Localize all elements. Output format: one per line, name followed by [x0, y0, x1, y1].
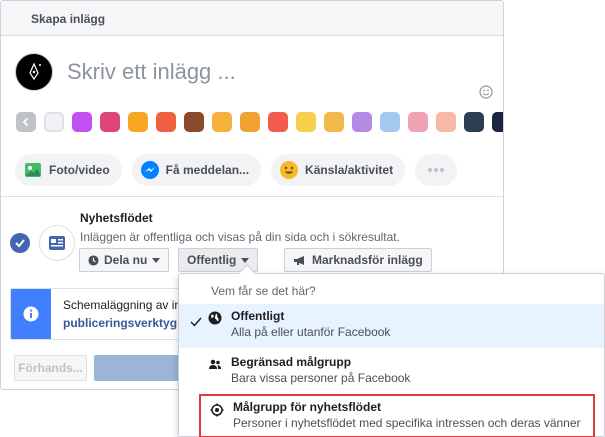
get-messages-label: Få meddelan... [165, 163, 250, 177]
feeling-activity-label: Känsla/aktivitet [305, 163, 394, 177]
background-swatch[interactable] [324, 112, 344, 132]
get-messages-button[interactable]: Få meddelan... [131, 154, 262, 186]
checkmark-icon [15, 239, 25, 248]
caret-down-icon [241, 257, 250, 263]
card-header: Skapa inlägg [1, 1, 503, 36]
megaphone-icon [294, 255, 304, 265]
pen-nib-icon [29, 62, 41, 81]
background-swatch[interactable] [156, 112, 176, 132]
photo-icon [25, 163, 41, 177]
newsfeed-icon-wrapper [39, 225, 75, 261]
newsfeed-icon [49, 236, 65, 250]
card-title: Skapa inlägg [31, 12, 106, 26]
target-icon [210, 403, 224, 417]
chevron-left-icon [22, 117, 29, 127]
audience-option-restricted[interactable]: Begränsad målgrupp Bara vissa personer p… [179, 350, 604, 394]
audience-option-newsfeed-targeting[interactable]: Målgrupp för nyhetsflödet Personer i nyh… [199, 394, 595, 437]
promote-post-label: Marknadsför inlägg [312, 253, 423, 267]
background-swatch[interactable] [184, 112, 204, 132]
promote-post-button[interactable]: Marknadsför inlägg [284, 248, 432, 272]
audience-option-public[interactable]: Offentligt Alla på eller utanför Faceboo… [179, 304, 604, 348]
composer-input[interactable]: Skriv ett inlägg ... [67, 59, 236, 85]
preview-button[interactable]: Förhands... [14, 355, 87, 381]
background-swatch[interactable] [408, 112, 428, 132]
info-icon [23, 306, 39, 322]
share-now-label: Dela nu [104, 253, 148, 267]
audience-label: Offentlig [187, 253, 237, 267]
audience-dropdown: Vem får se det här? Offentligt Alla på e… [178, 264, 605, 437]
caret-down-icon [152, 257, 161, 263]
globe-icon [208, 311, 222, 325]
background-swatch[interactable] [44, 112, 64, 132]
background-swatch[interactable] [464, 112, 484, 132]
background-swatch[interactable] [436, 112, 456, 132]
option-title: Begränsad målgrupp [231, 355, 352, 369]
swatch-prev-button[interactable] [16, 112, 36, 132]
option-title: Offentligt [231, 309, 285, 323]
feeling-activity-button[interactable]: Känsla/aktivitet [271, 154, 406, 186]
option-title: Målgrupp för nyhetsflödet [233, 400, 381, 414]
option-description: Bara vissa personer på Facebook [231, 371, 411, 385]
post-actions: Foto/video Få meddelan... Känsla/aktivit… [15, 154, 458, 186]
clock-icon [88, 254, 99, 266]
background-swatch[interactable] [128, 112, 148, 132]
newsfeed-description: Inläggen är offentliga och visas på din … [80, 230, 400, 244]
messenger-icon [140, 161, 159, 179]
smiley-icon [280, 161, 299, 179]
background-swatches [16, 112, 503, 132]
option-description: Alla på eller utanför Facebook [231, 325, 391, 339]
photo-video-label: Foto/video [49, 163, 110, 177]
option-description: Personer i nyhetsflödet med specifika in… [233, 416, 581, 430]
background-swatch[interactable] [240, 112, 260, 132]
publishing-tools-link[interactable]: publiceringsverktyg [63, 316, 177, 330]
more-actions-button[interactable] [415, 154, 458, 186]
publish-button[interactable] [94, 355, 184, 381]
background-swatch[interactable] [268, 112, 288, 132]
checkmark-icon [190, 317, 202, 327]
background-swatch[interactable] [296, 112, 316, 132]
more-icon [428, 168, 445, 172]
background-swatch[interactable] [492, 112, 503, 132]
people-icon [209, 359, 221, 369]
newsfeed-checkbox[interactable] [10, 233, 30, 253]
background-swatch[interactable] [380, 112, 400, 132]
info-bar [11, 289, 51, 339]
background-swatch[interactable] [212, 112, 232, 132]
share-now-button[interactable]: Dela nu [79, 248, 170, 272]
newsfeed-title: Nyhetsflödet [80, 211, 153, 225]
background-swatch[interactable] [352, 112, 372, 132]
divider [1, 196, 503, 197]
schedule-text: Schemaläggning av in [63, 298, 182, 312]
background-swatch[interactable] [100, 112, 120, 132]
background-swatch[interactable] [72, 112, 92, 132]
dropdown-title: Vem får se det här? [211, 284, 316, 298]
emoji-icon[interactable] [479, 85, 493, 99]
avatar[interactable] [15, 53, 53, 91]
photo-video-button[interactable]: Foto/video [15, 154, 122, 186]
